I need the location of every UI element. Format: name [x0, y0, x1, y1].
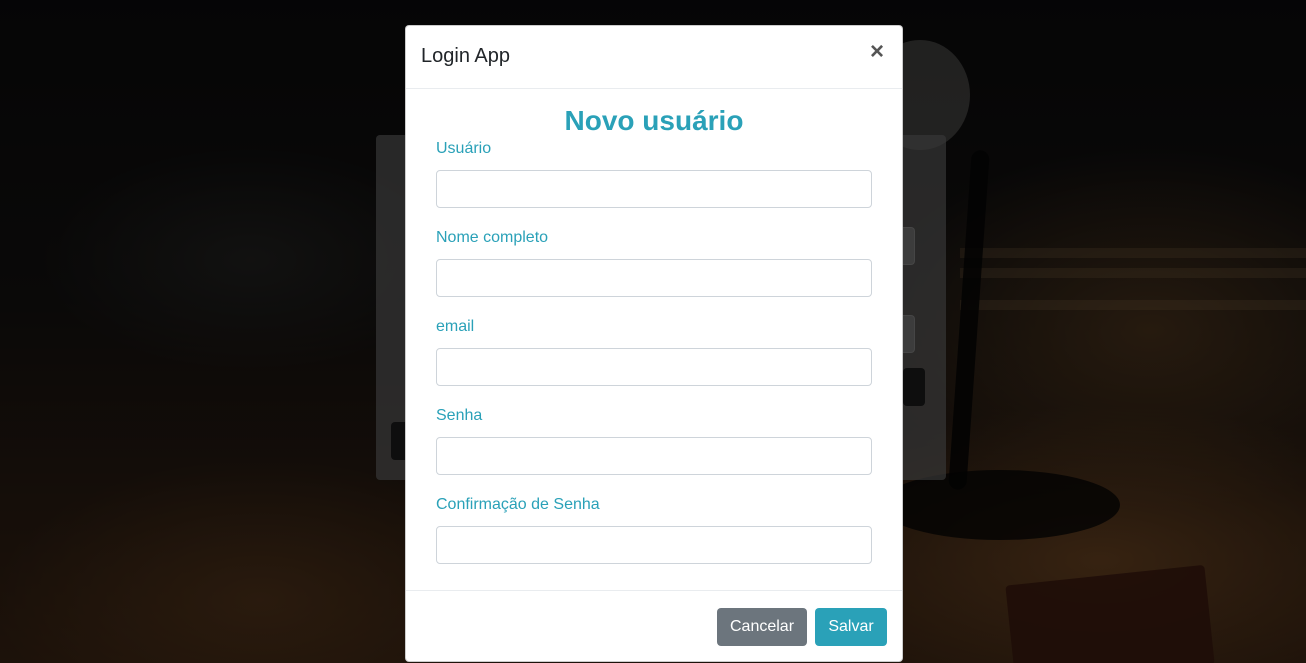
close-icon: ×	[869, 38, 884, 65]
modal-footer: Cancelar Salvar	[406, 590, 902, 661]
field-username: Usuário	[436, 140, 872, 208]
field-fullname: Nome completo	[436, 229, 872, 297]
modal-title: Login App	[421, 45, 510, 67]
field-email: email	[436, 318, 872, 386]
new-user-modal: Login App × Novo usuário Usuário Nome co…	[405, 25, 903, 662]
password-confirm-input[interactable]	[436, 526, 872, 564]
modal-header: Login App ×	[406, 26, 902, 89]
username-label: Usuário	[436, 140, 492, 157]
username-input[interactable]	[436, 170, 872, 208]
password-confirm-label: Confirmação de Senha	[436, 496, 600, 513]
fullname-label: Nome completo	[436, 229, 549, 246]
password-input[interactable]	[436, 437, 872, 475]
password-label: Senha	[436, 407, 483, 424]
modal-body: Novo usuário Usuário Nome completo email…	[406, 104, 902, 564]
save-button[interactable]: Salvar	[815, 608, 887, 646]
email-label: email	[436, 318, 475, 335]
field-password-confirm: Confirmação de Senha	[436, 496, 872, 564]
form-heading: Novo usuário	[564, 105, 744, 136]
fullname-input[interactable]	[436, 259, 872, 297]
close-button[interactable]: ×	[867, 40, 887, 64]
field-password: Senha	[436, 407, 872, 475]
email-input[interactable]	[436, 348, 872, 386]
cancel-button[interactable]: Cancelar	[717, 608, 807, 646]
